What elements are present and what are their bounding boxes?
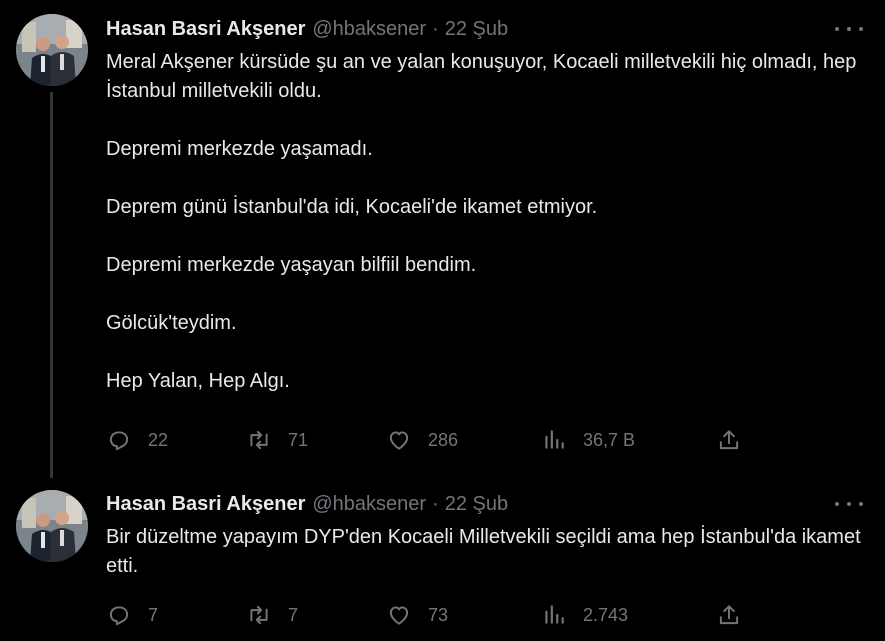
share-icon	[719, 430, 739, 450]
tweet-actions: 7 7 73 2.743	[106, 600, 756, 630]
heart-icon	[389, 431, 409, 450]
like-count: 286	[428, 429, 459, 450]
tweet-timestamp[interactable]: 22 Şub	[445, 18, 508, 41]
avatar[interactable]	[16, 14, 88, 86]
views-chart-icon	[545, 430, 564, 449]
tweet-header: Hasan Basri Akşener @hbaksener · 22 Şub	[106, 491, 508, 517]
repost-count: 71	[288, 429, 309, 450]
tweet-paragraph: Bir düzeltme yapayım DYP'den Kocaeli Mil…	[106, 526, 861, 577]
reply-icon	[109, 431, 129, 451]
tweet-paragraph: Hep Yalan, Hep Algı.	[106, 370, 290, 392]
share-button[interactable]	[716, 425, 742, 455]
tweet-paragraph: Depremi merkezde yaşayan bilfiil bendim.	[106, 254, 477, 276]
share-icon	[719, 605, 739, 625]
author-name[interactable]: Hasan Basri Akşener	[106, 493, 305, 516]
tweet-text: Meral Akşener kürsüde şu an ve yalan kon…	[106, 48, 866, 396]
tweet-paragraph: Meral Akşener kürsüde şu an ve yalan kon…	[106, 51, 857, 102]
reply-button[interactable]: 22	[106, 425, 168, 455]
views-count: 36,7 B	[583, 429, 636, 450]
tweet-timestamp[interactable]: 22 Şub	[445, 493, 508, 516]
reply-icon	[109, 606, 129, 626]
like-button[interactable]: 73	[386, 600, 448, 630]
tweet-paragraph: Depremi merkezde yaşamadı.	[106, 138, 373, 160]
separator-dot: ·	[432, 17, 439, 40]
tweet-header: Hasan Basri Akşener @hbaksener · 22 Şub	[106, 16, 508, 42]
reply-count: 22	[148, 429, 169, 450]
repost-count: 7	[288, 604, 299, 625]
more-dots-icon[interactable]	[835, 19, 863, 39]
repost-icon	[250, 430, 268, 450]
reply-count: 7	[148, 604, 159, 625]
tweet-paragraph: Deprem günü İstanbul'da idi, Kocaeli'de …	[106, 196, 598, 218]
views-chart-icon	[545, 605, 564, 624]
repost-button[interactable]: 71	[246, 425, 308, 455]
like-count: 73	[428, 604, 449, 625]
thread-connector-line	[50, 92, 53, 478]
reply-button[interactable]: 7	[106, 600, 158, 630]
views-count: 2.743	[583, 604, 629, 625]
like-button[interactable]: 286	[386, 425, 458, 455]
author-handle[interactable]: @hbaksener	[312, 18, 426, 41]
tweet-paragraph: Gölcük'teydim.	[106, 312, 237, 334]
heart-icon	[389, 606, 409, 625]
avatar[interactable]	[16, 490, 88, 562]
more-dots-icon[interactable]	[835, 494, 863, 514]
tweet-actions: 22 71 286 36,7 B	[106, 425, 756, 455]
repost-icon	[250, 605, 268, 625]
author-handle[interactable]: @hbaksener	[312, 493, 426, 516]
separator-dot: ·	[432, 492, 439, 515]
avatar-photo	[16, 490, 88, 562]
repost-button[interactable]: 7	[246, 600, 298, 630]
avatar-photo	[16, 14, 88, 86]
views-button[interactable]: 36,7 B	[541, 425, 635, 455]
share-button[interactable]	[716, 600, 742, 630]
views-button[interactable]: 2.743	[541, 600, 628, 630]
tweet-text: Bir düzeltme yapayım DYP'den Kocaeli Mil…	[106, 523, 866, 581]
author-name[interactable]: Hasan Basri Akşener	[106, 18, 305, 41]
